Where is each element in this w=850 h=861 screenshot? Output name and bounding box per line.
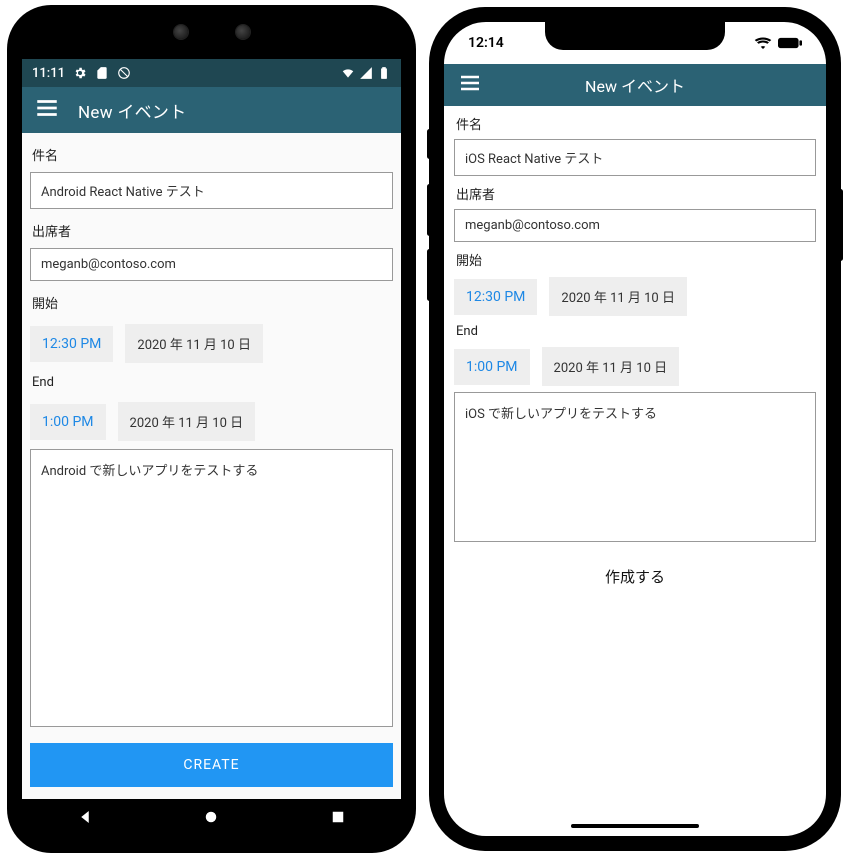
battery-icon [778, 37, 802, 49]
start-label: 開始 [454, 248, 816, 269]
back-button[interactable] [76, 808, 94, 830]
attendees-label: 出席者 [30, 217, 393, 240]
volume-up-icon [427, 184, 432, 236]
end-date-button[interactable]: 2020 年 11 月 10 日 [118, 402, 256, 441]
gear-icon [73, 66, 87, 80]
home-button[interactable] [202, 808, 220, 830]
end-label: End [454, 322, 816, 339]
subject-label: 件名 [454, 112, 816, 133]
page-title: New イベント [78, 98, 187, 123]
android-nav-bar [22, 799, 401, 838]
android-screen: 11:11 New イベント 件名 Androi [22, 59, 401, 799]
sensor-icon [236, 25, 250, 39]
triangle-back-icon [76, 808, 94, 826]
body-textarea[interactable]: Android で新しいアプリをテストする [30, 449, 393, 727]
android-status-bar: 11:11 [22, 59, 401, 87]
battery-icon [377, 66, 391, 80]
form-body: 件名 Android React Native テスト 出席者 meganb@c… [22, 133, 401, 799]
ios-device-frame: 12:14 New イベント 件名 iOS React Native テスト 出… [431, 9, 839, 849]
recents-button[interactable] [329, 808, 347, 830]
attendees-label: 出席者 [454, 182, 816, 203]
signal-icon [359, 66, 373, 80]
start-time-button[interactable]: 12:30 PM [454, 279, 537, 315]
attendees-input[interactable]: meganb@contoso.com [454, 209, 816, 242]
page-title: New イベント [444, 73, 826, 97]
status-clock: 12:14 [468, 35, 504, 51]
wifi-icon [341, 66, 355, 80]
app-header: New イベント [444, 64, 826, 106]
ios-screen: 12:14 New イベント 件名 iOS React Native テスト 出… [444, 22, 826, 836]
menu-icon [34, 95, 60, 121]
android-sensors [174, 25, 250, 39]
square-recents-icon [329, 808, 347, 826]
side-button-icon [838, 189, 843, 261]
sensor-icon [174, 25, 188, 39]
create-button[interactable]: CREATE [30, 743, 393, 787]
create-button[interactable]: 作成する [454, 548, 816, 605]
start-date-button[interactable]: 2020 年 11 月 10 日 [549, 277, 687, 316]
subject-input[interactable]: iOS React Native テスト [454, 139, 816, 176]
start-time-button[interactable]: 12:30 PM [30, 326, 113, 362]
notch-icon [545, 22, 725, 50]
subject-input[interactable]: Android React Native テスト [30, 172, 393, 209]
start-label: 開始 [30, 289, 393, 312]
subject-label: 件名 [30, 141, 393, 164]
hamburger-menu-button[interactable] [34, 95, 60, 125]
volume-down-icon [427, 249, 432, 301]
home-indicator[interactable] [571, 824, 699, 828]
mute-switch-icon [427, 129, 432, 159]
form-body: 件名 iOS React Native テスト 出席者 meganb@conto… [444, 106, 826, 836]
start-date-button[interactable]: 2020 年 11 月 10 日 [125, 324, 263, 363]
sd-card-icon [95, 66, 109, 80]
app-header: New イベント [22, 87, 401, 133]
end-label: End [30, 371, 393, 390]
status-clock: 11:11 [32, 66, 65, 81]
attendees-input[interactable]: meganb@contoso.com [30, 248, 393, 281]
body-textarea[interactable]: iOS で新しいアプリをテストする [454, 392, 816, 542]
circle-home-icon [202, 808, 220, 826]
end-date-button[interactable]: 2020 年 11 月 10 日 [542, 347, 680, 386]
wifi-icon [754, 37, 772, 49]
end-time-button[interactable]: 1:00 PM [30, 404, 106, 440]
end-time-button[interactable]: 1:00 PM [454, 349, 530, 385]
do-not-disturb-icon [117, 66, 131, 80]
android-device-frame: 11:11 New イベント 件名 Androi [9, 7, 414, 851]
